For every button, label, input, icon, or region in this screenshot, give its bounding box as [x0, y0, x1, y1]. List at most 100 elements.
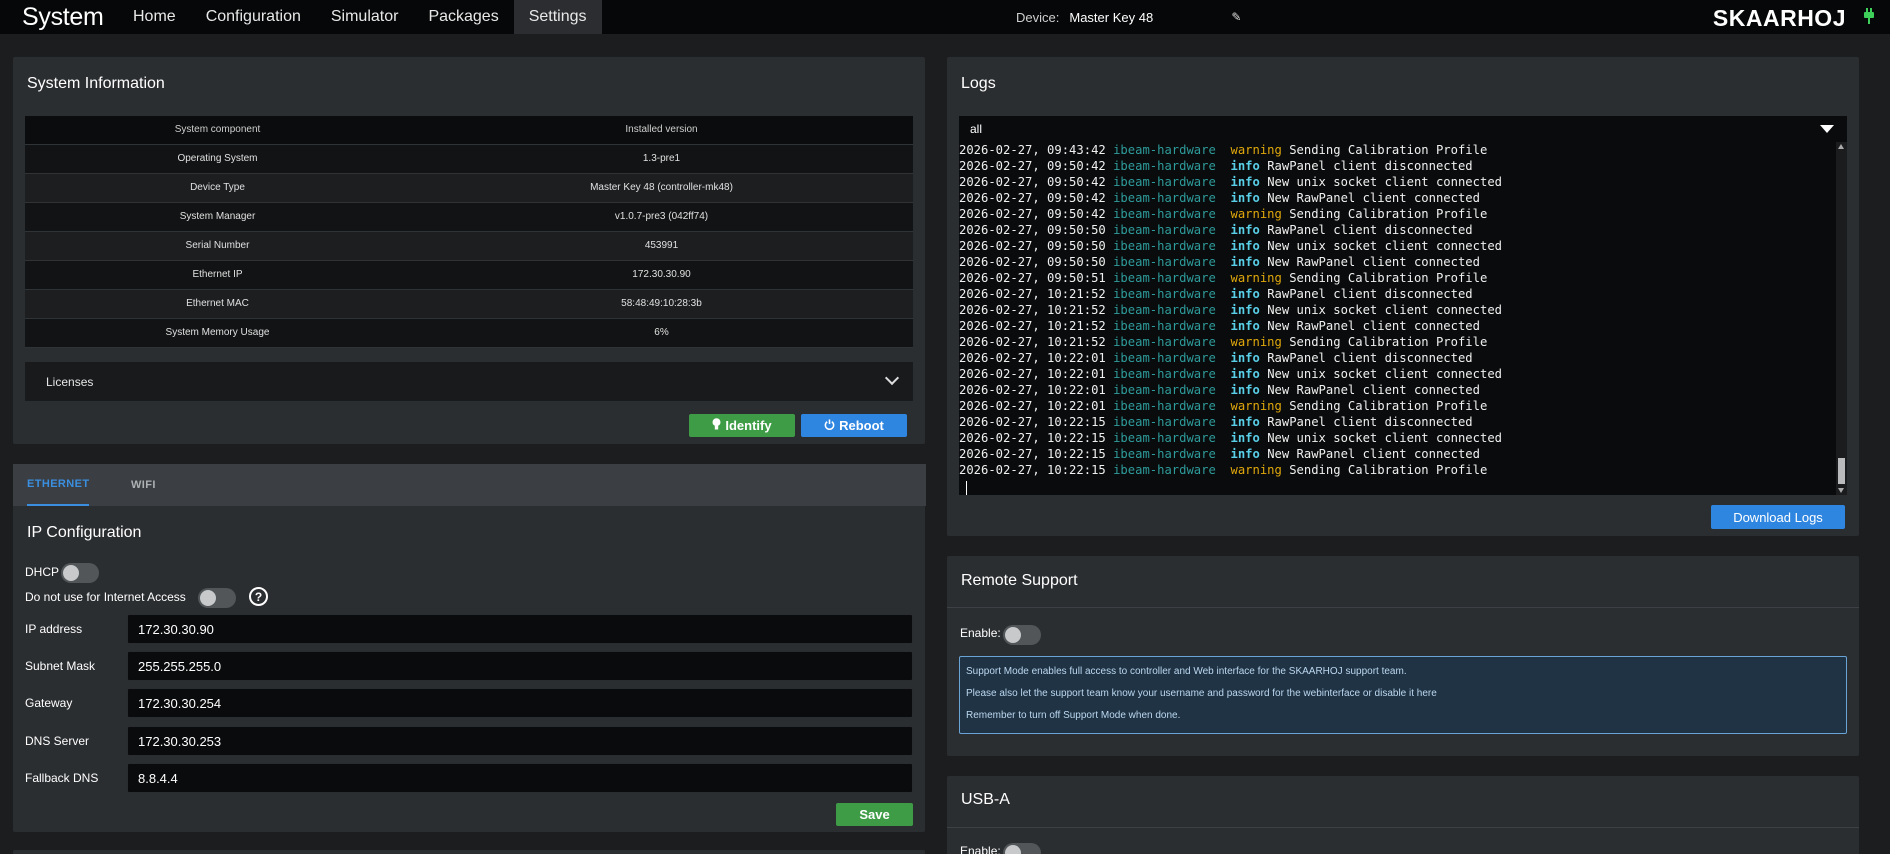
log-line: 2026-02-27, 10:21:52 ibeam-hardware info… [959, 318, 1502, 334]
log-message: New unix socket client connected [1259, 431, 1502, 445]
log-filter-select[interactable]: all [959, 116, 1847, 142]
table-row: Ethernet IP 172.30.30.90 [25, 260, 913, 290]
log-line: 2026-02-27, 10:22:15 ibeam-hardware info… [959, 430, 1502, 446]
log-source: ibeam-hardware [1113, 351, 1231, 365]
component-name: Serial Number [25, 231, 410, 261]
log-timestamp: 2026-02-27, 10:21:52 [959, 287, 1114, 301]
fallback-dns-input[interactable]: 8.8.4.4 [127, 763, 913, 793]
log-source: ibeam-hardware [1113, 271, 1231, 285]
log-lines: 2026-02-27, 09:43:42 ibeam-hardware warn… [959, 142, 1502, 478]
log-timestamp: 2026-02-27, 09:43:42 [959, 143, 1114, 157]
panel-divider [947, 607, 1859, 608]
log-message: New RawPanel client connected [1259, 383, 1480, 397]
remote-support-toggle[interactable] [1003, 625, 1041, 645]
log-line: 2026-02-27, 10:22:15 ibeam-hardware info… [959, 414, 1502, 430]
log-source: ibeam-hardware [1113, 143, 1231, 157]
log-message: RawPanel client disconnected [1259, 159, 1473, 173]
component-version: Master Key 48 (controller-mk48) [410, 173, 913, 203]
download-logs-button[interactable]: Download Logs [1711, 505, 1845, 529]
log-level: info [1230, 367, 1260, 381]
licenses-accordion[interactable]: Licenses [25, 362, 913, 401]
dns-server-input[interactable]: 172.30.30.253 [127, 726, 913, 756]
network-panel: ETHERNET WIFI IP Configuration DHCP Do n… [13, 464, 926, 832]
dhcp-toggle[interactable] [61, 563, 99, 583]
log-source: ibeam-hardware [1113, 175, 1231, 189]
nav-settings[interactable]: Settings [513, 0, 602, 34]
support-info-line: Remember to turn off Support Mode when d… [966, 710, 1181, 721]
tab-ethernet[interactable]: ETHERNET [27, 464, 90, 506]
next-panel-partial [13, 850, 925, 854]
log-message: New RawPanel client connected [1259, 191, 1480, 205]
log-source: ibeam-hardware [1113, 207, 1231, 221]
log-line: 2026-02-27, 09:50:42 ibeam-hardware info… [959, 158, 1502, 174]
log-timestamp: 2026-02-27, 10:21:52 [959, 303, 1114, 317]
log-timestamp: 2026-02-27, 09:50:42 [959, 159, 1114, 173]
log-message: New unix socket client connected [1259, 239, 1502, 253]
scroll-thumb[interactable] [1838, 458, 1845, 484]
log-scrollbar[interactable] [1836, 142, 1847, 495]
log-source: ibeam-hardware [1113, 399, 1231, 413]
nav-home[interactable]: Home [118, 0, 191, 34]
table-header-version: Installed version [410, 116, 913, 145]
log-source: ibeam-hardware [1113, 191, 1231, 205]
help-icon[interactable]: ? [249, 587, 268, 606]
log-line: 2026-02-27, 09:50:42 ibeam-hardware info… [959, 190, 1502, 206]
gateway-input[interactable]: 172.30.30.254 [127, 688, 913, 718]
log-line: 2026-02-27, 10:22:01 ibeam-hardware info… [959, 366, 1502, 382]
log-line: 2026-02-27, 09:50:50 ibeam-hardware info… [959, 238, 1502, 254]
log-output[interactable]: 2026-02-27, 09:43:42 ibeam-hardware warn… [959, 142, 1847, 495]
component-version: 6% [410, 318, 913, 348]
nav-packages[interactable]: Packages [413, 0, 513, 34]
page-brand: System [22, 2, 104, 31]
scroll-down-icon[interactable] [1838, 488, 1844, 493]
nav-configuration[interactable]: Configuration [191, 0, 316, 34]
ip-address-label: IP address [25, 622, 83, 636]
log-level: warning [1230, 143, 1282, 157]
log-level: info [1230, 383, 1260, 397]
save-button[interactable]: Save [836, 803, 913, 826]
chevron-down-icon [884, 370, 900, 386]
table-row: System Manager v1.0.7-pre3 (042ff74) [25, 202, 913, 232]
licenses-label: Licenses [46, 374, 94, 389]
log-line: 2026-02-27, 09:43:42 ibeam-hardware warn… [959, 142, 1502, 158]
dhcp-label: DHCP [25, 565, 60, 579]
table-row: Ethernet MAC 58:48:49:10:28:3b [25, 289, 913, 319]
log-level: warning [1230, 399, 1282, 413]
tab-wifi[interactable]: WIFI [131, 464, 156, 506]
reboot-button[interactable]: Reboot [801, 414, 907, 437]
lightbulb-icon [712, 418, 721, 433]
log-line: 2026-02-27, 09:50:50 ibeam-hardware info… [959, 254, 1502, 270]
edit-pencil-icon[interactable]: ✎ [1231, 10, 1241, 24]
log-source: ibeam-hardware [1113, 287, 1231, 301]
subnet-mask-input[interactable]: 255.255.255.0 [127, 651, 913, 681]
nav-simulator[interactable]: Simulator [316, 0, 414, 34]
log-source: ibeam-hardware [1113, 447, 1231, 461]
log-level: info [1230, 223, 1260, 237]
component-version: 1.3-pre1 [410, 144, 913, 174]
support-info-line: Please also let the support team know yo… [966, 688, 1437, 699]
log-timestamp: 2026-02-27, 10:22:15 [959, 431, 1114, 445]
remote-support-panel: Remote Support Enable: Support Mode enab… [947, 556, 1859, 756]
table-row: Serial Number 453991 [25, 231, 913, 261]
log-message: RawPanel client disconnected [1259, 351, 1473, 365]
log-line: 2026-02-27, 10:22:15 ibeam-hardware warn… [959, 462, 1502, 478]
log-message: RawPanel client disconnected [1259, 223, 1473, 237]
log-line: 2026-02-27, 10:21:52 ibeam-hardware info… [959, 286, 1502, 302]
component-name: System Memory Usage [25, 318, 410, 348]
support-info-line: Support Mode enables full access to cont… [966, 666, 1407, 677]
log-message: New unix socket client connected [1259, 303, 1502, 317]
identify-button[interactable]: Identify [689, 414, 795, 437]
subnet-mask-label: Subnet Mask [25, 659, 96, 673]
component-version: 172.30.30.90 [410, 260, 913, 290]
log-message: New unix socket client connected [1259, 175, 1502, 189]
internet-access-toggle[interactable] [198, 588, 236, 608]
identify-label: Identify [725, 418, 772, 433]
scroll-up-icon[interactable] [1838, 144, 1844, 149]
log-level: info [1230, 319, 1260, 333]
usb-enable-label: Enable: [960, 844, 1001, 854]
ip-address-input[interactable]: 172.30.30.90 [127, 614, 913, 644]
log-source: ibeam-hardware [1113, 415, 1231, 429]
log-message: RawPanel client disconnected [1259, 415, 1473, 429]
support-info-box: Support Mode enables full access to cont… [959, 656, 1847, 734]
usb-enable-toggle[interactable] [1003, 843, 1041, 854]
